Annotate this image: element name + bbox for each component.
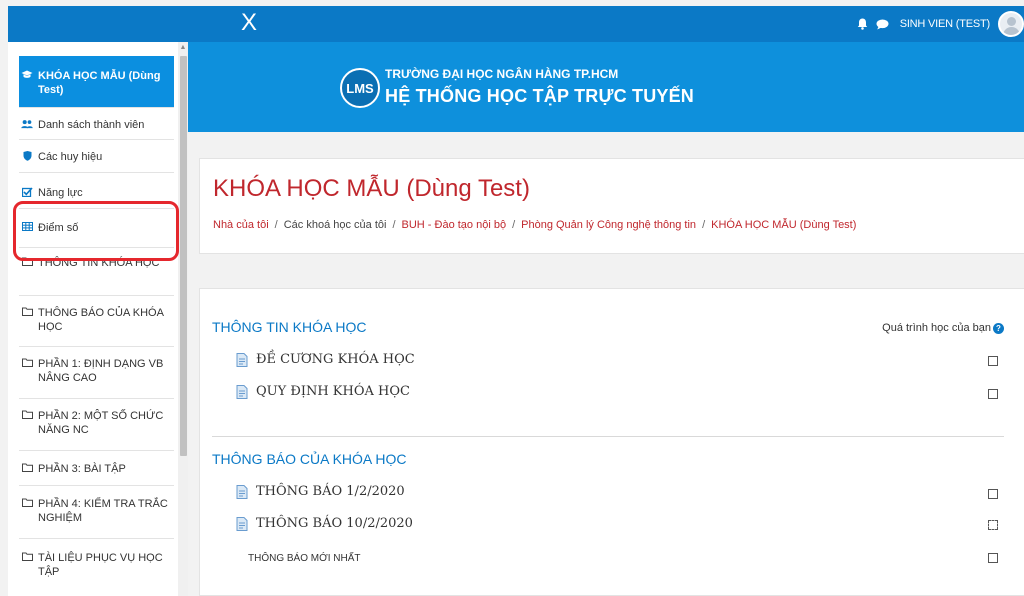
document-icon [236,484,248,499]
breadcrumb: Nhà của tôi / Các khoá học của tôi / BUH - Đ… [213,219,856,231]
help-icon[interactable]: ? [993,322,1004,334]
folder-icon [21,257,33,266]
label-note: THÔNG BÁO MỚI NHẤT [248,553,361,564]
sidebar-item-course-home[interactable]: KHÓA HỌC MẪU (Dùng Test) [19,56,174,108]
sidebar-item-section[interactable]: THÔNG BÁO CỦA KHÓA HỌC [19,296,174,347]
activity-label: QUY ĐỊNH KHÓA HỌC [256,384,410,399]
course-header: KHÓA HỌC MẪU (Dùng Test) Nhà của tôi / Các… [199,158,1024,254]
section-divider [212,436,1004,437]
chat-icon[interactable] [876,17,890,31]
sidebar-item-section[interactable]: TÀI LIỆU PHỤC VỤ HỌC TẬP [19,539,174,589]
activity-link[interactable]: THÔNG BÁO 1/2/2020 [236,484,405,499]
page-title: KHÓA HỌC MẪU (Dùng Test) [213,175,530,202]
activity-link[interactable]: THÔNG BÁO 10/2/2020 [236,516,413,531]
sidebar-item-label: PHẦN 1: ĐỊNH DẠNG VB NÂNG CAO [38,358,164,384]
completion-checkbox[interactable] [988,553,998,563]
sidebar-item-label: TÀI LIỆU PHỤC VỤ HỌC TẬP [38,552,163,578]
breadcrumb-item[interactable]: Các khoá học của tôi [284,219,387,231]
folder-icon [21,307,33,316]
folder-icon [21,410,33,419]
breadcrumb-separator: / [512,219,516,231]
section-title[interactable]: THÔNG TIN KHÓA HỌC [212,319,367,335]
course-content: THÔNG TIN KHÓA HỌC Quá trình học của bạn… [199,288,1024,596]
activity-label: ĐỀ CƯƠNG KHÓA HỌC [256,352,415,367]
folder-icon [21,358,33,367]
document-icon [236,516,248,531]
sidebar-item-badges[interactable]: Các huy hiệu [19,140,174,173]
breadcrumb-item[interactable]: BUH - Đào tạo nội bộ [402,219,507,231]
sidebar-item-label: PHẦN 3: BÀI TẬP [38,463,126,475]
top-navbar: X SINH VIEN (TEST) [8,6,1024,42]
sidebar-item-label: Năng lực [38,187,83,199]
completion-checkbox[interactable] [988,356,998,366]
sidebar-item-label: Các huy hiệu [38,151,103,163]
sidebar-item-label: THÔNG BÁO CỦA KHÓA HỌC [38,307,164,333]
breadcrumb-separator: / [702,219,706,231]
university-name: TRƯỜNG ĐẠI HỌC NGÂN HÀNG TP.HCM [385,67,619,81]
sidebar-item-label: Danh sách thành viên [38,119,145,131]
activity-link[interactable]: QUY ĐỊNH KHÓA HỌC [236,384,410,399]
course-sidebar: KHÓA HỌC MẪU (Dùng Test) Danh sách thành… [8,42,188,596]
completion-checkbox[interactable] [988,389,998,399]
folder-icon [21,552,33,561]
sidebar-item-section[interactable]: PHẦN 4: KIỂM TRA TRẮC NGHIỆM [19,486,174,539]
sidebar-item-grades[interactable]: Điểm số [19,209,174,248]
sidebar-scroll-thumb[interactable] [180,56,187,456]
document-icon [236,352,248,367]
sidebar-item-competencies[interactable]: Năng lực [19,173,174,209]
breadcrumb-item[interactable]: Phòng Quản lý Công nghệ thông tin [521,219,696,231]
sidebar-item-section[interactable]: PHẦN 3: BÀI TẬP [19,451,174,486]
system-name: HỆ THỐNG HỌC TẬP TRỰC TUYẾN [385,86,695,106]
progress-label-text: Quá trình học của bạn [882,322,991,334]
breadcrumb-separator: / [274,219,278,231]
section-title[interactable]: THÔNG BÁO CỦA KHÓA HỌC [212,451,406,467]
sidebar-item-label: PHẦN 2: MỘT SỐ CHỨC NĂNG NC [38,410,164,436]
sidebar-item-label: PHẦN 4: KIỂM TRA TRẮC NGHIỆM [38,498,168,524]
checkbox-icon [21,187,33,197]
completion-checkbox[interactable] [988,489,998,499]
breadcrumb-item[interactable]: KHÓA HỌC MẪU (Dùng Test) [711,219,856,231]
user-name[interactable]: SINH VIEN (TEST) [900,18,991,30]
activity-label: THÔNG BÁO 1/2/2020 [256,484,405,499]
activity-label: THÔNG BÁO 10/2/2020 [256,516,413,531]
table-icon [21,222,33,231]
scroll-up-arrow-icon[interactable]: ▲ [179,44,187,52]
progress-label: Quá trình học của bạn ? [882,322,1004,334]
user-menu-area: SINH VIEN (TEST) [856,6,1024,42]
graduation-cap-icon [21,70,33,79]
breadcrumb-separator: / [392,219,396,231]
users-icon [21,119,33,129]
lms-logo: LMS [340,68,380,108]
page: { "topbar": { "close_glyph": "X", "user_… [0,0,1024,596]
sidebar-item-label: KHÓA HỌC MẪU (Dùng Test) [38,70,161,96]
folder-icon [21,498,33,507]
site-banner: LMS TRƯỜNG ĐẠI HỌC NGÂN HÀNG TP.HCM HỆ T… [188,42,1024,132]
folder-icon [21,463,33,472]
bell-icon[interactable] [856,17,870,31]
document-icon [236,384,248,399]
activity-link[interactable]: ĐỀ CƯƠNG KHÓA HỌC [236,352,415,367]
completion-checkbox[interactable] [988,520,998,530]
sidebar-item-section[interactable]: PHẦN 1: ĐỊNH DẠNG VB NÂNG CAO [19,347,174,399]
sidebar-item-label: Điểm số [38,222,79,234]
sidebar-nav: KHÓA HỌC MẪU (Dùng Test) Danh sách thành… [19,56,174,589]
breadcrumb-item[interactable]: Nhà của tôi [213,219,269,231]
sidebar-item-section[interactable]: PHẦN 2: MỘT SỐ CHỨC NĂNG NC [19,399,174,451]
shield-icon [21,151,33,161]
sidebar-item-section[interactable]: THÔNG TIN KHÓA HỌC [19,248,174,296]
sidebar-item-label: THÔNG TIN KHÓA HỌC [38,257,160,269]
close-drawer-icon[interactable]: X [234,8,264,38]
avatar[interactable] [998,11,1024,37]
sidebar-item-participants[interactable]: Danh sách thành viên [19,108,174,140]
